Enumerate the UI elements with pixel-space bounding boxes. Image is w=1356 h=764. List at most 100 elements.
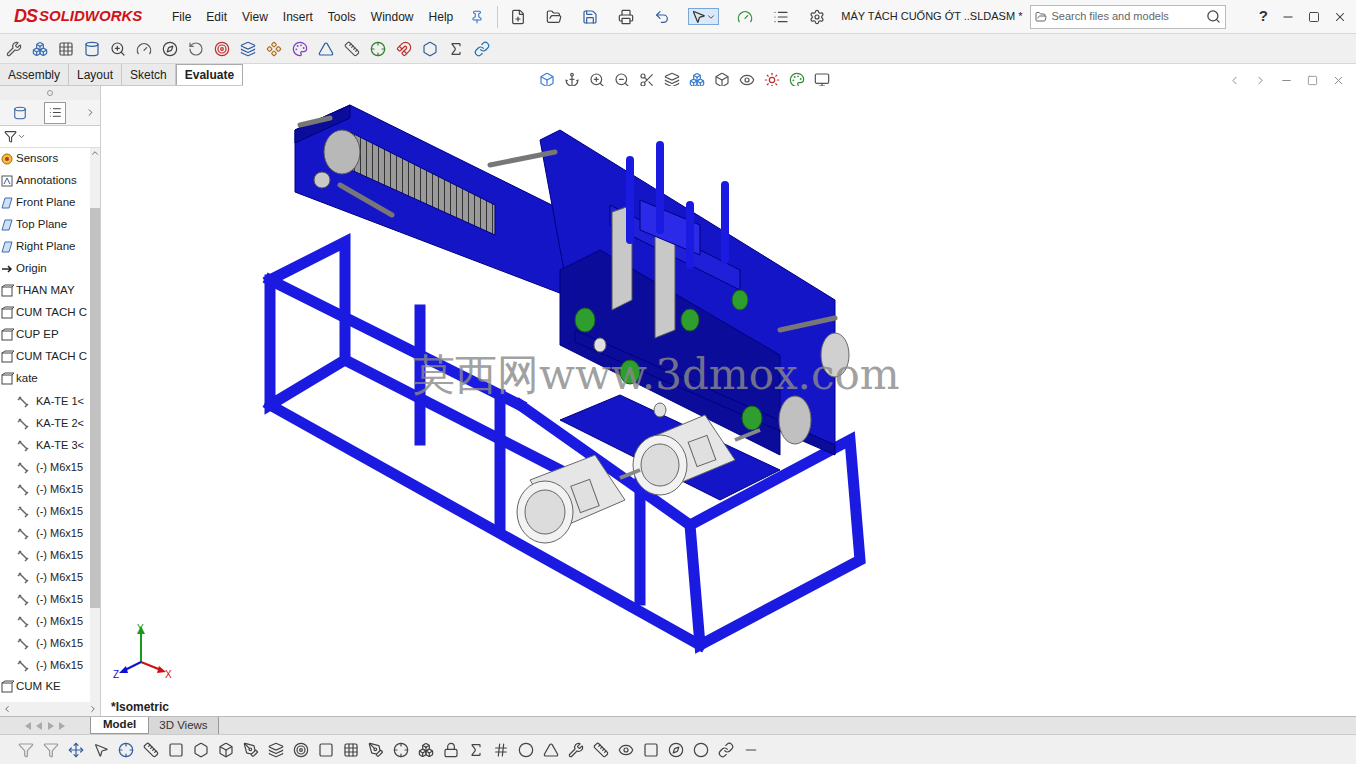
toolbar-tool-icon[interactable] bbox=[446, 39, 466, 59]
toolbar-tool-icon[interactable] bbox=[238, 39, 258, 59]
selection-tool-icon[interactable] bbox=[741, 740, 761, 760]
search-icon[interactable] bbox=[1206, 9, 1221, 24]
selection-tool-icon[interactable] bbox=[541, 740, 561, 760]
save-icon[interactable] bbox=[580, 7, 600, 27]
tree-item[interactable]: (-) M6x15 bbox=[0, 588, 90, 610]
close-icon[interactable] bbox=[1330, 7, 1350, 27]
options-gear-icon[interactable] bbox=[807, 7, 827, 27]
panel-scroll-icon[interactable] bbox=[80, 103, 100, 123]
selection-tool-icon[interactable] bbox=[616, 740, 636, 760]
selection-tool-icon[interactable] bbox=[641, 740, 661, 760]
tree-item[interactable]: (-) M6x15 bbox=[0, 522, 90, 544]
panel-grip[interactable] bbox=[0, 86, 100, 100]
toolbar-tool-icon[interactable] bbox=[186, 39, 206, 59]
feature-manager-tab-icon[interactable] bbox=[10, 103, 30, 123]
toolbar-tool-icon[interactable] bbox=[82, 39, 102, 59]
bottom-tab[interactable]: 3D Views bbox=[149, 717, 218, 734]
tree-item[interactable]: CUM KE bbox=[0, 676, 90, 698]
undo-icon[interactable] bbox=[652, 7, 672, 27]
toolbar-tool-icon[interactable] bbox=[212, 39, 232, 59]
toolbar-tool-icon[interactable] bbox=[472, 39, 492, 59]
menu-item[interactable]: File bbox=[172, 8, 191, 26]
tree-item[interactable]: KA-TE 2< bbox=[0, 412, 90, 434]
tree-item[interactable]: CUP EP bbox=[0, 324, 90, 346]
tree-item[interactable]: (-) M6x15 bbox=[0, 610, 90, 632]
rebuild-icon[interactable] bbox=[735, 7, 755, 27]
toolbar-tool-icon[interactable] bbox=[56, 39, 76, 59]
selection-tool-icon[interactable] bbox=[141, 740, 161, 760]
tree-item[interactable]: Right Plane bbox=[0, 236, 90, 258]
scroll-left-icon[interactable] bbox=[24, 722, 32, 730]
selection-tool-icon[interactable] bbox=[16, 740, 36, 760]
toolbar-tool-icon[interactable] bbox=[368, 39, 388, 59]
maximize-icon[interactable] bbox=[1304, 7, 1324, 27]
selection-tool-icon[interactable] bbox=[716, 740, 736, 760]
scroll-left-icon[interactable] bbox=[35, 722, 43, 730]
tree-horizontal-scrollbar[interactable] bbox=[0, 702, 100, 716]
tree-filter[interactable] bbox=[0, 126, 100, 148]
print-icon[interactable] bbox=[616, 7, 636, 27]
command-tab[interactable]: Assembly bbox=[0, 64, 69, 85]
selection-tool-icon[interactable] bbox=[316, 740, 336, 760]
new-document-icon[interactable] bbox=[508, 7, 528, 27]
menu-item[interactable]: Window bbox=[371, 8, 414, 26]
selection-tool-icon[interactable] bbox=[216, 740, 236, 760]
toolbar-tool-icon[interactable] bbox=[264, 39, 284, 59]
selection-tool-icon[interactable] bbox=[516, 740, 536, 760]
toolbar-tool-icon[interactable] bbox=[290, 39, 310, 59]
selection-tool-icon[interactable] bbox=[341, 740, 361, 760]
solidworks-logo[interactable]: DSSOLIDWORKS bbox=[0, 3, 172, 30]
selection-tool-icon[interactable] bbox=[691, 740, 711, 760]
scroll-right-icon[interactable] bbox=[47, 722, 55, 730]
tree-item[interactable]: KA-TE 1< bbox=[0, 390, 90, 412]
selection-tool-icon[interactable] bbox=[116, 740, 136, 760]
selection-tool-icon[interactable] bbox=[41, 740, 61, 760]
selection-tool-icon[interactable] bbox=[666, 740, 686, 760]
selection-tool-icon[interactable] bbox=[391, 740, 411, 760]
menu-item[interactable]: Edit bbox=[206, 8, 227, 26]
selection-tool-icon[interactable] bbox=[66, 740, 86, 760]
tree-item[interactable]: KA-TE 3< bbox=[0, 434, 90, 456]
selection-tool-icon[interactable] bbox=[166, 740, 186, 760]
search-field[interactable]: Search files and models bbox=[1030, 5, 1226, 29]
selection-tool-icon[interactable] bbox=[241, 740, 261, 760]
toolbar-tool-icon[interactable] bbox=[4, 39, 24, 59]
selection-tool-icon[interactable] bbox=[191, 740, 211, 760]
tree-item[interactable]: Front Plane bbox=[0, 192, 90, 214]
bottom-tab[interactable]: Model bbox=[90, 717, 149, 734]
menu-item[interactable]: Tools bbox=[328, 8, 356, 26]
tree-item[interactable]: THAN MAY bbox=[0, 280, 90, 302]
selection-tool-icon[interactable] bbox=[566, 740, 586, 760]
minimize-icon[interactable] bbox=[1278, 7, 1298, 27]
toolbar-tool-icon[interactable] bbox=[420, 39, 440, 59]
toolbar-tool-icon[interactable] bbox=[30, 39, 50, 59]
scroll-right-icon[interactable] bbox=[58, 722, 66, 730]
selection-tool-icon[interactable] bbox=[466, 740, 486, 760]
tree-item[interactable]: Sensors bbox=[0, 148, 90, 170]
selection-tool-icon[interactable] bbox=[416, 740, 436, 760]
tree-item[interactable]: (-) M6x15 bbox=[0, 456, 90, 478]
toolbar-tool-icon[interactable] bbox=[134, 39, 154, 59]
tree-item[interactable]: Annotations bbox=[0, 170, 90, 192]
tree-scrollbar[interactable] bbox=[90, 148, 100, 702]
command-tab[interactable]: Evaluate bbox=[176, 64, 243, 85]
tree-item[interactable]: (-) M6x15 bbox=[0, 566, 90, 588]
graphics-area[interactable]: 莫西网www.3dmox.comYXZ*Isometric bbox=[101, 86, 1356, 716]
selection-tool-icon[interactable] bbox=[591, 740, 611, 760]
tree-item[interactable]: Top Plane bbox=[0, 214, 90, 236]
tree-item[interactable]: CUM TACH C bbox=[0, 302, 90, 324]
tree-item[interactable]: CUM TACH C bbox=[0, 346, 90, 368]
selection-tool-icon[interactable] bbox=[291, 740, 311, 760]
tree-item[interactable]: (-) M6x15 bbox=[0, 500, 90, 522]
help-button[interactable]: ? bbox=[1255, 5, 1272, 28]
toolbar-tool-icon[interactable] bbox=[316, 39, 336, 59]
toolbar-tool-icon[interactable] bbox=[108, 39, 128, 59]
selection-tool-icon[interactable] bbox=[366, 740, 386, 760]
tree-item[interactable]: (-) M6x15 bbox=[0, 654, 90, 676]
tree-item[interactable]: (-) M6x15 bbox=[0, 544, 90, 566]
property-manager-tab-icon[interactable] bbox=[45, 103, 65, 123]
tree-item[interactable]: kate bbox=[0, 368, 90, 390]
pin-icon[interactable] bbox=[467, 7, 487, 27]
assembly-model[interactable] bbox=[101, 86, 1356, 716]
command-tab[interactable]: Sketch bbox=[122, 64, 176, 85]
